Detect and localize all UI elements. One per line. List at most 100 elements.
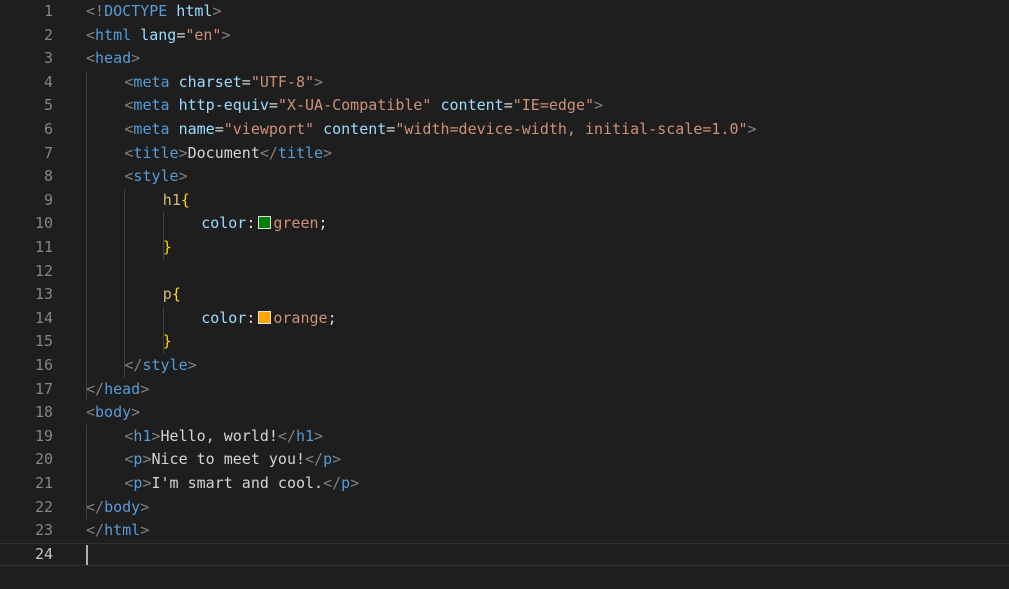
line-number: 1 [43,2,53,20]
code-token: "width=device-width, initial-scale=1.0" [395,120,748,138]
code-text: <p>I'm smart and cool.</p> [124,472,359,496]
code-token: = [214,120,224,138]
code-line[interactable]: 14 color: orange; [0,307,1009,331]
line-number: 4 [43,72,53,91]
indent-guide [124,188,126,378]
code-line[interactable]: 9 h1{ [0,189,1009,213]
code-token: </ [86,379,105,398]
indent-guide [162,212,164,260]
code-token: "viewport" [223,120,315,138]
code-token: green [273,214,319,233]
code-token: p [162,285,172,304]
code-token: html [104,521,141,540]
code-token: "en" [185,25,222,44]
indent-guide [86,70,87,402]
code-text: color: green; [201,212,327,236]
code-token: > [187,356,197,374]
line-number: 8 [43,167,53,186]
code-token: DOCTYPE [104,2,168,20]
code-line[interactable]: 23 </html> [0,519,1009,543]
code-token: </ [86,497,105,516]
code-line[interactable]: 19 <h1>Hello, world!</h1> [0,425,1009,449]
code-line[interactable]: 16 </style> [0,354,1009,378]
code-line[interactable]: 11} [0,236,1009,260]
line-number: 5 [43,96,53,115]
code-text: <title>Document</title> [124,142,332,166]
code-token: : [246,214,256,233]
line-number: 22 [34,497,53,516]
code-token: head [95,49,132,68]
code-token: body [104,497,141,516]
code-token: Nice to meet you! [151,450,306,469]
code-line[interactable]: 18 <body> [0,401,1009,425]
code-token: { [171,285,181,304]
code-token: h1 [162,190,181,209]
code-line[interactable]: 15} [0,330,1009,354]
code-token: style [133,167,179,186]
code-token: < [86,25,96,44]
code-token: p [323,450,333,469]
code-token: head [104,379,141,398]
code-editor[interactable]: 1 <!DOCTYPE html> 2 <html lang="en"> 3 <head>… [0,0,1009,589]
code-token: = [503,96,513,115]
code-token: } [162,332,172,351]
code-line[interactable]: 3 <head> [0,47,1009,71]
code-token: < [86,403,96,422]
code-token: content [314,120,387,138]
code-token: < [86,49,96,68]
code-line[interactable]: 1 <!DOCTYPE html> [0,0,1009,24]
code-line[interactable]: 13 p{ [0,283,1009,307]
code-text: p{ [163,283,181,307]
code-token: </ [277,426,296,445]
code-token: = [386,120,396,138]
code-token: h1 [133,426,152,445]
code-token: http-equiv [169,96,269,115]
code-token: h1 [295,426,315,445]
code-token: : [246,308,256,327]
code-line[interactable]: 2 <html lang="en"> [0,24,1009,48]
code-text: <!DOCTYPE html> [86,0,221,24]
code-token: > [323,143,333,162]
code-line[interactable]: 20 <p>Nice to meet you!</p> [0,448,1009,472]
code-text: <html lang="en"> [86,24,231,48]
color-swatch[interactable] [258,310,272,324]
code-token: = [268,96,278,115]
code-token: body [95,403,132,422]
code-token: > [594,96,604,115]
line-number: 23 [34,521,53,540]
line-number: 3 [43,49,53,68]
code-line[interactable]: 22 </body> [0,496,1009,520]
code-line[interactable]: 24 [0,543,1009,567]
code-token: "X-UA-Compatible" [277,96,432,115]
code-text: <meta http-equiv="X-UA-Compatible" conte… [124,94,603,118]
code-token: <! [86,2,105,20]
code-token: </ [305,450,324,469]
code-token: > [221,25,231,44]
code-token: ; [318,214,328,233]
code-line[interactable]: 10 color: green; [0,212,1009,236]
color-swatch[interactable] [258,216,272,230]
code-text: color: orange; [201,307,336,331]
code-line[interactable]: 7 <title>Document</title> [0,142,1009,166]
code-token: html [95,25,132,44]
code-text: <style> [124,165,187,189]
code-line[interactable]: 17 </head> [0,378,1009,402]
text-cursor [86,544,88,565]
code-token: title [133,143,179,162]
code-text: h1{ [163,189,190,213]
line-number: 20 [34,450,53,469]
code-token: </ [259,143,278,162]
line-number: 18 [34,403,53,422]
line-number: 19 [34,426,53,445]
code-text: } [163,236,172,260]
code-text: } [163,330,172,354]
code-line[interactable]: 6 <meta name="viewport" content="width=de… [0,118,1009,142]
code-line[interactable]: 8 <style> [0,165,1009,189]
code-line[interactable]: 21 <p>I'm smart and cool.</p> [0,472,1009,496]
code-line[interactable]: 5 <meta http-equiv="X-UA-Compatible" cont… [0,94,1009,118]
line-number: 21 [34,474,53,492]
code-line[interactable]: 12 [0,260,1009,284]
code-line[interactable]: 4 <meta charset="UTF-8"> [0,71,1009,95]
code-token: > [350,474,360,492]
code-token: > [178,143,188,162]
